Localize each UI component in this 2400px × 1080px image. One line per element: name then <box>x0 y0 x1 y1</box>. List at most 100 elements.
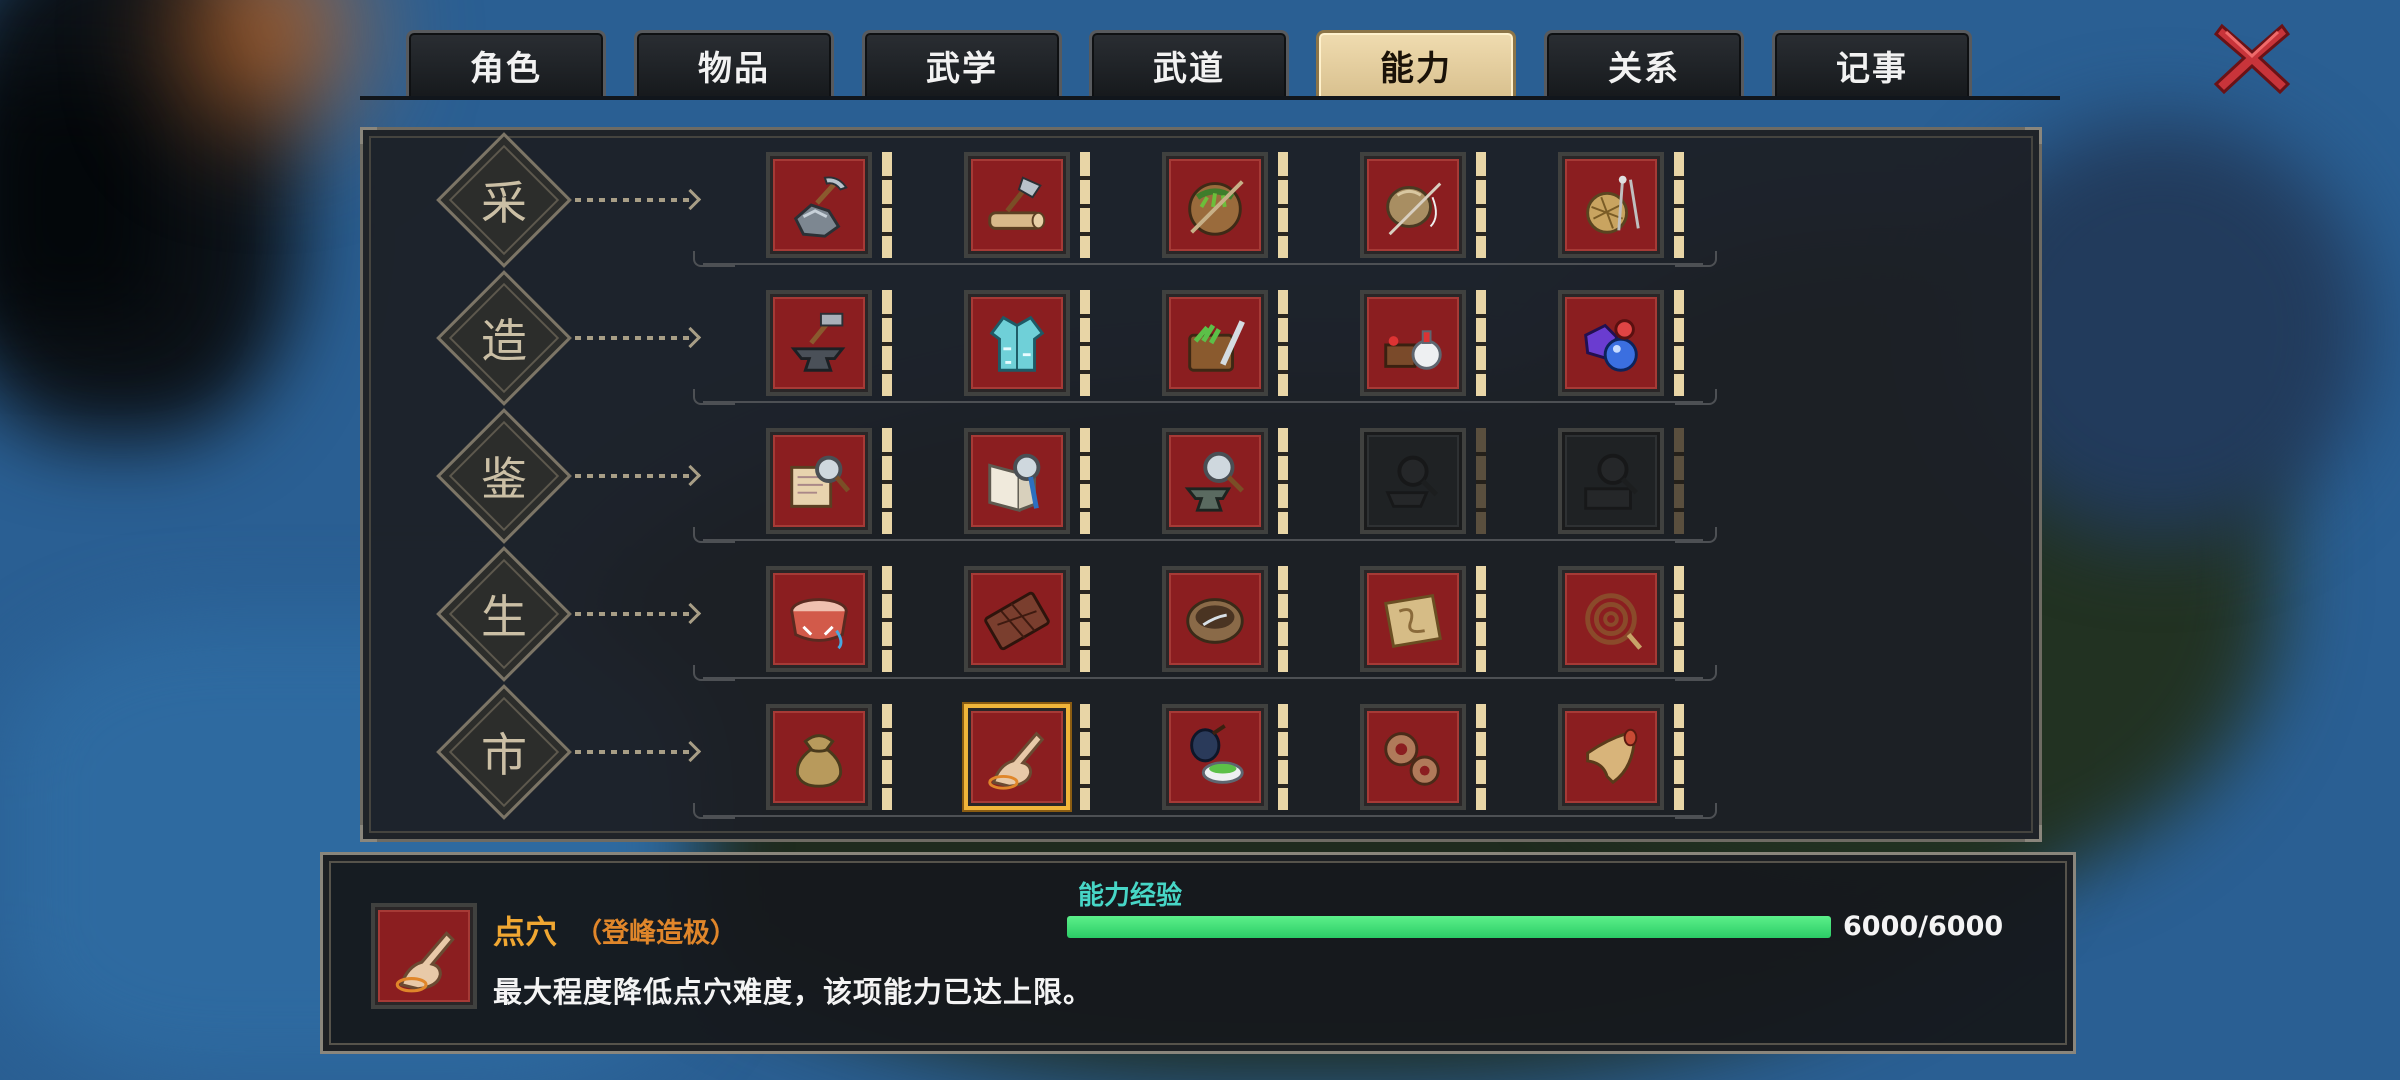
tab-abilities[interactable]: 能力 <box>1316 30 1516 98</box>
gears-icon <box>1376 720 1450 794</box>
anvil-hammer-icon <box>782 306 856 380</box>
skill-name: 点穴 <box>493 913 558 951</box>
arrow-head-icon <box>679 740 702 763</box>
skill-slot[interactable] <box>1162 152 1268 258</box>
dotted-arrow-icon <box>575 336 693 340</box>
close-button[interactable] <box>2212 18 2292 98</box>
arrow-head-icon <box>679 464 702 487</box>
tab-relations[interactable]: 关系 <box>1544 30 1744 98</box>
skill-slot[interactable] <box>766 566 872 672</box>
skill-level-bar <box>1476 566 1486 672</box>
skill-level-bar <box>1080 428 1090 534</box>
ability-row: 造 <box>363 268 2039 406</box>
row-divider <box>703 263 1703 265</box>
skill-level-bar <box>1080 566 1090 672</box>
exp-progress-fill <box>1067 916 1831 938</box>
skill-level-bar <box>1278 428 1288 534</box>
finger-point-icon <box>395 931 455 993</box>
skill-slot[interactable] <box>1558 152 1664 258</box>
row-divider <box>693 803 735 819</box>
skill-level-bar <box>882 566 892 672</box>
skill-level-bar <box>1080 152 1090 258</box>
row-divider <box>703 815 1703 817</box>
skill-slot[interactable] <box>1558 704 1664 810</box>
skill-slot[interactable] <box>1558 290 1664 396</box>
selected-skill-icon <box>371 903 477 1009</box>
arrow-head-icon <box>679 326 702 349</box>
skill-slot[interactable] <box>1162 704 1268 810</box>
skill-rank: （登峰造极） <box>575 918 737 949</box>
arrow-head-icon <box>679 602 702 625</box>
skill-slot[interactable] <box>1360 290 1466 396</box>
fishing-rod-icon <box>1376 168 1450 242</box>
skill-level-bar <box>1278 152 1288 258</box>
exp-progress-bar <box>1067 916 1831 938</box>
book-magnifier-icon <box>980 444 1054 518</box>
skill-slot[interactable] <box>1360 704 1466 810</box>
skill-slot[interactable] <box>1162 428 1268 534</box>
map-parchment-icon <box>1376 582 1450 656</box>
row-divider <box>703 539 1703 541</box>
skill-description: 最大程度降低点穴难度，该项能力已达上限。 <box>493 975 1094 1009</box>
coiled-whip-icon <box>1574 582 1648 656</box>
skill-level-bar <box>882 152 892 258</box>
exp-value: 6000/6000 <box>1843 911 2004 942</box>
skill-slot[interactable] <box>964 290 1070 396</box>
tab-items[interactable]: 物品 <box>634 30 834 98</box>
skill-level-bar <box>1674 428 1684 534</box>
skill-level-bar <box>1476 152 1486 258</box>
skill-slot[interactable] <box>1360 152 1466 258</box>
drum-icon <box>782 582 856 656</box>
ability-row: 市 <box>363 682 2039 820</box>
skill-slot[interactable] <box>766 704 872 810</box>
ore-pickaxe-icon <box>782 168 856 242</box>
skill-slot[interactable] <box>766 428 872 534</box>
chocolate-plank-icon <box>980 582 1054 656</box>
skill-slot[interactable] <box>766 152 872 258</box>
tab-character[interactable]: 角色 <box>406 30 606 98</box>
category-label: 采 <box>481 176 527 230</box>
dotted-arrow-icon <box>575 198 693 202</box>
tailoring-robe-icon <box>980 306 1054 380</box>
skill-level-bar <box>1278 290 1288 396</box>
skill-slot[interactable] <box>964 152 1070 258</box>
skill-slot[interactable] <box>1162 566 1268 672</box>
close-x-icon <box>2213 23 2291 95</box>
finger-point-icon <box>980 720 1054 794</box>
skill-slot[interactable] <box>964 704 1070 810</box>
skill-level-bar <box>1476 704 1486 810</box>
row-divider <box>703 401 1703 403</box>
skill-level-bar <box>1080 704 1090 810</box>
skill-slot[interactable] <box>1360 566 1466 672</box>
skill-slot[interactable] <box>1360 428 1466 534</box>
skill-slot[interactable] <box>1558 566 1664 672</box>
skill-level-bar <box>1674 290 1684 396</box>
tab-martial-arts[interactable]: 武学 <box>862 30 1062 98</box>
herb-cutting-board-icon <box>1178 306 1252 380</box>
skill-slot[interactable] <box>964 566 1070 672</box>
scroll-magnifier-icon <box>782 444 856 518</box>
skill-slot[interactable] <box>964 428 1070 534</box>
skill-level-bar <box>1278 566 1288 672</box>
cooking-pot-icon <box>1178 582 1252 656</box>
ability-row: 鉴 <box>363 406 2039 544</box>
row-divider <box>693 389 735 405</box>
skill-slot[interactable] <box>1162 290 1268 396</box>
arrow-head-icon <box>679 188 702 211</box>
alchemy-bottles-icon <box>1376 306 1450 380</box>
skill-level-bar <box>1476 428 1486 534</box>
skill-info-panel: 点穴 （登峰造极） 最大程度降低点穴难度，该项能力已达上限。 能力经验 6000… <box>320 852 2076 1054</box>
horn-icon <box>1574 720 1648 794</box>
furnace-magnifier-icon <box>1376 444 1450 518</box>
tab-martial-way[interactable]: 武道 <box>1089 30 1289 98</box>
skill-slot[interactable] <box>1558 428 1664 534</box>
skill-level-bar <box>1080 290 1090 396</box>
yarn-spindle-icon <box>1574 168 1648 242</box>
row-divider <box>703 677 1703 679</box>
category-label: 市 <box>481 728 527 782</box>
skill-level-bar <box>1278 704 1288 810</box>
skill-level-bar <box>882 428 892 534</box>
row-divider <box>693 665 735 681</box>
tab-records[interactable]: 记事 <box>1772 30 1972 98</box>
skill-slot[interactable] <box>766 290 872 396</box>
